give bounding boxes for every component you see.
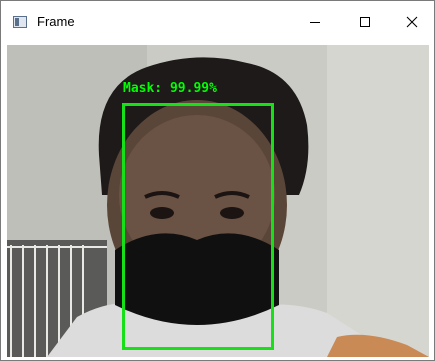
detection-label: Mask: 99.99% [123,81,217,96]
detection-box [122,103,274,350]
window-title: Frame [37,14,75,29]
video-frame: Mask: 99.99% [7,45,429,357]
close-button[interactable] [392,9,432,35]
minimize-icon [310,22,320,23]
title-bar[interactable]: Frame [1,1,434,41]
maximize-icon [360,17,370,27]
close-icon [406,16,418,28]
minimize-button[interactable] [295,9,335,35]
app-window: Frame Mask: 99.99% [0,0,435,361]
app-window-icon [13,16,27,28]
maximize-button[interactable] [345,9,385,35]
